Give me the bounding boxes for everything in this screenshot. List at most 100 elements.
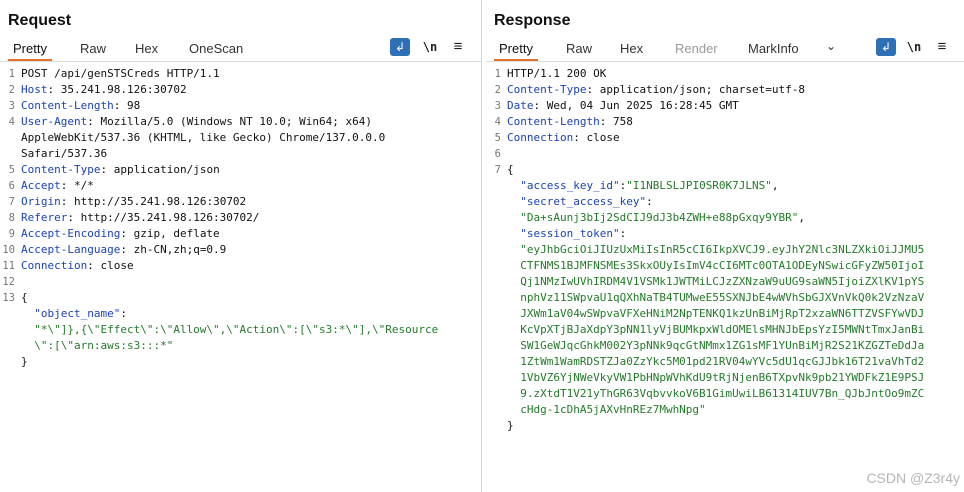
json-string: 1ZtWm1WamRDSTZJa0ZzYkc5M01pd21RV04wYVc5d… — [507, 355, 925, 368]
code-text: } — [21, 355, 28, 368]
code-line: \":[\"arn:aws:s3:::*" — [21, 338, 479, 354]
line-number — [486, 386, 503, 402]
code-line: Content-Type: application/json; charset=… — [507, 82, 962, 98]
header-name: Content-Type — [507, 83, 587, 96]
code-line: Accept-Encoding: gzip, deflate — [21, 226, 479, 242]
code-line: CTFNMS1BJMFNSMEs3SkxOUyIsImV4cCI6MTc0OTA… — [507, 258, 962, 274]
code-line: Accept: */* — [21, 178, 479, 194]
code-line: 1ZtWm1WamRDSTZJa0ZzYkc5M01pd21RV04wYVc5d… — [507, 354, 962, 370]
code-line: User-Agent: Mozilla/5.0 (Windows NT 10.0… — [21, 114, 479, 130]
request-code[interactable]: POST /api/genSTSCreds HTTP/1.1 Host: 35.2… — [21, 66, 479, 370]
line-number — [486, 194, 503, 210]
code-text: : 35.241.98.126:30702 — [47, 83, 187, 96]
line-number: 8 — [8, 212, 15, 224]
code-line: 9.zXtdT1V21yThGR63VqbvvkoV6B1GimUwiLB613… — [507, 386, 962, 402]
response-tab-pretty[interactable]: Pretty — [494, 40, 538, 61]
header-name: Accept-Language — [21, 243, 121, 256]
response-panel: Response Pretty Raw Hex Render MarkInfo … — [486, 0, 964, 492]
code-text: : gzip, deflate — [120, 227, 220, 240]
line-number — [486, 418, 503, 434]
header-name: Content-Type — [21, 163, 101, 176]
line-number — [486, 274, 503, 290]
code-text: : 98 — [113, 99, 141, 112]
json-string: "I1NBLSLJPI0SR0K7JLNS" — [626, 179, 772, 192]
line-number: 10 — [2, 244, 15, 256]
line-number: 3 — [494, 100, 501, 112]
code-line: "object_name": — [21, 306, 479, 322]
json-key: "session_token" — [507, 227, 620, 240]
code-text: : http://35.241.98.126:30702 — [60, 195, 247, 208]
request-tabs: Pretty Raw Hex OneScan ↲ \n ≡ — [0, 38, 481, 62]
code-line: cHdg-1cDhA5jAXvHnREz7MwhNpg" — [507, 402, 962, 418]
request-line-numbers: 1 2 3 4 5 6 7 8 9 10 11 12 13 — [0, 66, 17, 370]
code-line: Host: 35.241.98.126:30702 — [21, 82, 479, 98]
request-editor[interactable]: 1 2 3 4 5 6 7 8 9 10 11 12 13 POST /api/genSTSCreds … — [0, 64, 481, 492]
wrap-icon[interactable]: ↲ — [390, 38, 410, 56]
code-text: : application/json — [100, 163, 220, 176]
line-number — [486, 258, 503, 274]
line-number: 7 — [494, 164, 501, 176]
json-string: 1VbVZ6YjNWeVkyVW1PbHNpWVhKdU9tRjNjenB6TX… — [507, 371, 925, 384]
code-line: 1VbVZ6YjNWeVkyVW1PbHNpWVhKdU9tRjNjenB6TX… — [507, 370, 962, 386]
response-editor[interactable]: 1 2 3 4 5 6 7 HTTP/1.1 200 OK Content-Type: app… — [486, 64, 964, 492]
chevron-down-icon[interactable]: ⌄ — [826, 39, 836, 53]
json-string: JXWm1aV04wSWpvaVFXeHNiM2NpTENKQ1kzUnBiMj… — [507, 307, 925, 320]
request-panel: Request Pretty Raw Hex OneScan ↲ \n ≡ 12… — [0, 0, 482, 492]
code-text: , — [798, 211, 806, 224]
line-number: 6 — [494, 148, 501, 160]
line-number — [486, 402, 503, 418]
code-text: POST /api/genSTSCreds HTTP/1.1 — [21, 67, 220, 80]
response-tab-render[interactable]: Render — [670, 40, 723, 61]
code-text: : http://35.241.98.126:30702/ — [67, 211, 260, 224]
response-title: Response — [494, 12, 571, 29]
code-line: AppleWebKit/537.36 (KHTML, like Gecko) C… — [21, 130, 479, 146]
header-name: User-Agent — [21, 115, 88, 128]
request-tab-raw[interactable]: Raw — [75, 40, 111, 61]
request-title: Request — [8, 12, 72, 29]
header-name: Content-Length — [507, 115, 600, 128]
json-string: \":[\"arn:aws:s3:::*" — [21, 339, 174, 352]
line-number — [486, 338, 503, 354]
menu-icon[interactable]: ≡ — [448, 38, 468, 56]
code-line: "secret_access_key": — [507, 194, 962, 210]
newline-icon[interactable]: \n — [904, 38, 924, 56]
code-text: , — [771, 179, 779, 192]
line-number: 11 — [2, 260, 15, 272]
header-name: Referer — [21, 211, 68, 224]
json-key: "secret_access_key" — [507, 195, 647, 208]
request-tab-hex[interactable]: Hex — [130, 40, 163, 61]
request-tab-onescan[interactable]: OneScan — [184, 40, 248, 61]
code-line: "eyJhbGciOiJIUzUxMiIsInR5cCI6IkpXVCJ9.ey… — [507, 242, 962, 258]
code-line: Content-Length: 758 — [507, 114, 962, 130]
code-line: Date: Wed, 04 Jun 2025 16:28:45 GMT — [507, 98, 962, 114]
code-line: Qj1NMzIwUVhIRDM4V1VSMk1JWTMiLCJzZXNzaW9u… — [507, 274, 962, 290]
line-number — [486, 210, 503, 226]
code-line: { — [21, 290, 479, 306]
response-code[interactable]: HTTP/1.1 200 OK Content-Type: application… — [507, 66, 962, 434]
code-line: } — [507, 418, 962, 434]
header-name: Connection — [21, 259, 88, 272]
code-text: : */* — [60, 179, 94, 192]
code-text: HTTP/1.1 200 OK — [507, 67, 607, 80]
menu-icon[interactable]: ≡ — [932, 38, 952, 56]
line-number — [0, 338, 17, 354]
line-number: 1 — [494, 68, 501, 80]
line-number: 4 — [494, 116, 501, 128]
code-line: Accept-Language: zh-CN,zh;q=0.9 — [21, 242, 479, 258]
response-tab-hex[interactable]: Hex — [615, 40, 648, 61]
code-line: "access_key_id":"I1NBLSLJPI0SR0K7JLNS", — [507, 178, 962, 194]
json-string: cHdg-1cDhA5jAXvHnREz7MwhNpg" — [507, 403, 706, 416]
wrap-icon[interactable]: ↲ — [876, 38, 896, 56]
line-number: 4 — [8, 116, 15, 128]
line-number: 12 — [2, 276, 15, 288]
code-line: KcVpXTjBJaXdpY3pNN1lyVjBUMkpxWldOMElsMHN… — [507, 322, 962, 338]
response-tab-markinfo[interactable]: MarkInfo — [743, 40, 804, 61]
code-text: Safari/537.36 — [21, 147, 108, 160]
newline-icon[interactable]: \n — [420, 38, 440, 56]
line-number — [486, 322, 503, 338]
line-number — [486, 370, 503, 386]
code-text: : close — [87, 259, 134, 272]
request-tab-pretty[interactable]: Pretty — [8, 40, 52, 61]
response-tab-raw[interactable]: Raw — [561, 40, 597, 61]
